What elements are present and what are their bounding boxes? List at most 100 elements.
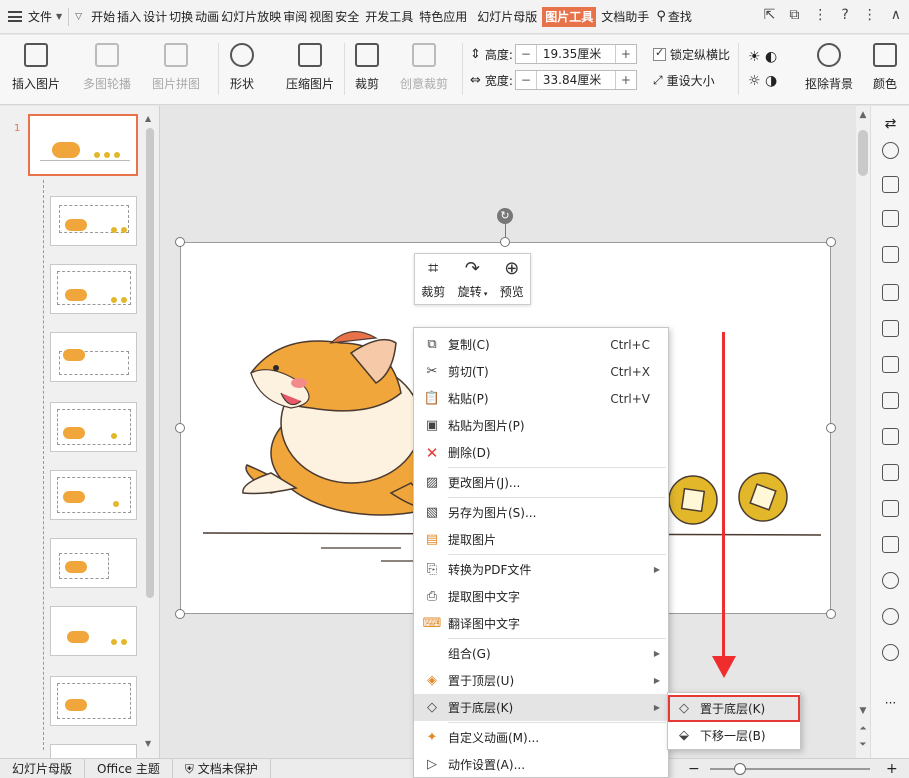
tab-slideshow[interactable]: 幻灯片放映 xyxy=(220,7,282,27)
menu-item-convert-pdf[interactable]: ⎘ 转换为PDF文件 ▶ xyxy=(414,556,668,583)
height-stepper[interactable]: − 19.35厘米 + xyxy=(514,44,637,64)
menu-item-extract-picture[interactable]: ▤ 提取图片 xyxy=(414,526,668,553)
slide-thumbnail[interactable] xyxy=(50,676,137,726)
crop-button[interactable]: 裁剪 xyxy=(355,43,379,92)
contrast-down-icon[interactable]: ◑ xyxy=(765,73,777,89)
brightness-up-icon[interactable]: ☀ xyxy=(748,49,761,65)
tab-design[interactable]: 设计 xyxy=(142,7,168,27)
mini-rotate-button[interactable]: ↷ 旋转 ▾ xyxy=(458,258,488,300)
scroll-up-icon[interactable]: ▲ xyxy=(145,114,151,123)
menu-item-paste[interactable]: 📋 粘贴(P) Ctrl+V xyxy=(414,385,668,412)
picture-collage-button[interactable]: 图片拼图 xyxy=(152,43,200,92)
tab-review[interactable]: 审阅 xyxy=(282,7,308,27)
download-icon[interactable] xyxy=(882,572,899,589)
insert-picture-button[interactable]: 插入图片 xyxy=(12,43,60,92)
scroll-down-icon[interactable]: ▼ xyxy=(856,706,870,716)
menu-item-send-to-back[interactable]: ◇ 置于底层(K) ▶ xyxy=(414,694,668,721)
decrease-height-button[interactable]: − xyxy=(516,45,536,63)
lock-ratio-checkbox[interactable]: 锁定纵横比 xyxy=(653,46,730,63)
menu-item-custom-animation[interactable]: ✦ 自定义动画(M)... xyxy=(414,724,668,751)
slide-thumbnail[interactable] xyxy=(50,332,137,382)
menu-item-bring-to-front[interactable]: ◈ 置于顶层(U) ▶ xyxy=(414,667,668,694)
compress-picture-button[interactable]: 压缩图片 xyxy=(286,43,334,92)
chevron-down-icon[interactable]: ▼ xyxy=(56,12,62,21)
resize-handle[interactable] xyxy=(826,237,836,247)
resize-handle[interactable] xyxy=(826,609,836,619)
tab-animation[interactable]: 动画 xyxy=(194,7,220,27)
archive-icon[interactable] xyxy=(882,464,899,481)
next-slide-icon[interactable]: ⏷ xyxy=(856,740,870,750)
resize-handle[interactable] xyxy=(175,609,185,619)
settings-sliders-icon[interactable] xyxy=(882,356,899,373)
tab-view[interactable]: 视图 xyxy=(308,7,334,27)
increase-width-button[interactable]: + xyxy=(616,71,636,89)
menu-icon[interactable] xyxy=(8,11,22,22)
scrollbar-thumb[interactable] xyxy=(858,130,868,176)
star-icon[interactable] xyxy=(882,142,899,159)
search-button[interactable]: ⚲ 查找 xyxy=(656,8,692,25)
menu-item-save-as-picture[interactable]: ▧ 另存为图片(S)... xyxy=(414,499,668,526)
creative-crop-button[interactable]: 创意裁剪 xyxy=(400,43,448,92)
image-icon[interactable] xyxy=(882,500,899,517)
width-stepper[interactable]: − 33.84厘米 + xyxy=(514,70,637,90)
collaborate-icon[interactable]: ⧉ xyxy=(789,7,799,23)
resize-handle[interactable] xyxy=(175,423,185,433)
mini-preview-button[interactable]: ⊕ 预览 xyxy=(500,258,524,300)
checkbox-checked-icon[interactable] xyxy=(653,46,666,61)
slide-thumbnail[interactable] xyxy=(50,264,137,314)
previous-slide-icon[interactable]: ⏶ xyxy=(856,724,870,734)
status-protection[interactable]: ⛨ 文档未保护 xyxy=(173,758,271,778)
sound-icon[interactable] xyxy=(882,536,899,553)
rotate-handle-icon[interactable]: ↻ xyxy=(497,208,513,224)
collapse-ribbon-icon[interactable]: ∧ xyxy=(891,7,901,23)
tab-developer[interactable]: 开发工具 xyxy=(364,7,414,27)
tab-picture-tools[interactable]: 图片工具 xyxy=(542,6,597,27)
scroll-down-icon[interactable]: ▼ xyxy=(145,739,151,748)
submenu-item-send-backward[interactable]: ⬙ 下移一层(B) xyxy=(668,722,800,749)
tab-transition[interactable]: 切换 xyxy=(168,7,194,27)
zoom-slider-thumb[interactable] xyxy=(734,763,746,775)
slide-thumbnail[interactable] xyxy=(50,744,137,758)
color-button[interactable]: 颜色 xyxy=(873,43,897,92)
menu-item-cut[interactable]: ✂ 剪切(T) Ctrl+X xyxy=(414,358,668,385)
tab-doc-assistant[interactable]: 文档助手 xyxy=(600,7,650,27)
menu-item-group[interactable]: 组合(G) ▶ xyxy=(414,640,668,667)
brightness-icons[interactable]: ☀ ◐ ☼ ◑ xyxy=(748,45,792,93)
chevron-down-icon[interactable]: ▽ xyxy=(75,12,82,22)
slide-thumbnail[interactable] xyxy=(50,470,137,520)
resize-handle[interactable] xyxy=(826,423,836,433)
menu-item-translate-text[interactable]: ⌨ 翻译图中文字 xyxy=(414,610,668,637)
tab-security[interactable]: 安全 xyxy=(334,7,360,27)
help-icon[interactable] xyxy=(882,644,899,661)
submenu-item-send-to-back[interactable]: ◇ 置于底层(K) xyxy=(668,695,800,722)
share-icon[interactable]: ⇱ xyxy=(764,7,776,23)
decrease-width-button[interactable]: − xyxy=(516,71,536,89)
thumbnail-scrollbar[interactable]: ▲ ▼ xyxy=(145,114,155,748)
canvas-scrollbar[interactable]: ▲ ▼ ⏶ ⏷ xyxy=(856,106,870,758)
shapes-icon[interactable] xyxy=(882,210,899,227)
menu-item-action-settings[interactable]: ▷ 动作设置(A)... xyxy=(414,751,668,778)
menu-item-delete[interactable]: ✕ 删除(D) xyxy=(414,439,668,466)
slide-thumbnail[interactable] xyxy=(50,606,137,656)
shape-button[interactable]: 形状 xyxy=(230,43,254,92)
tab-features[interactable]: 特色应用 xyxy=(418,7,468,27)
brightness-down-icon[interactable]: ☼ xyxy=(748,73,761,89)
scroll-up-icon[interactable]: ▲ xyxy=(856,110,870,120)
menu-item-copy[interactable]: ⧉ 复制(C) Ctrl+C xyxy=(414,331,668,358)
more-options-icon[interactable]: ··· xyxy=(882,696,899,713)
file-menu[interactable]: 文件 xyxy=(28,8,52,25)
remove-background-button[interactable]: 抠除背景 xyxy=(805,43,853,92)
grid-icon[interactable] xyxy=(882,284,899,301)
chart-icon[interactable] xyxy=(882,320,899,337)
more-icon[interactable]: ⋮ xyxy=(813,7,827,23)
slide-thumbnail[interactable] xyxy=(28,114,138,176)
slide-thumbnail[interactable] xyxy=(50,196,137,246)
mini-crop-button[interactable]: ⌗ 裁剪 xyxy=(421,258,445,300)
menu-item-paste-as-picture[interactable]: ▣ 粘贴为图片(P) xyxy=(414,412,668,439)
contrast-up-icon[interactable]: ◐ xyxy=(765,49,777,65)
width-input[interactable]: 33.84厘米 xyxy=(535,71,616,89)
reset-size-button[interactable]: ⤢ 重设大小 xyxy=(653,72,715,89)
panel-toggle-icon[interactable]: ⇄ xyxy=(882,116,899,133)
fill-icon[interactable] xyxy=(882,246,899,263)
picture-icon[interactable] xyxy=(882,392,899,409)
